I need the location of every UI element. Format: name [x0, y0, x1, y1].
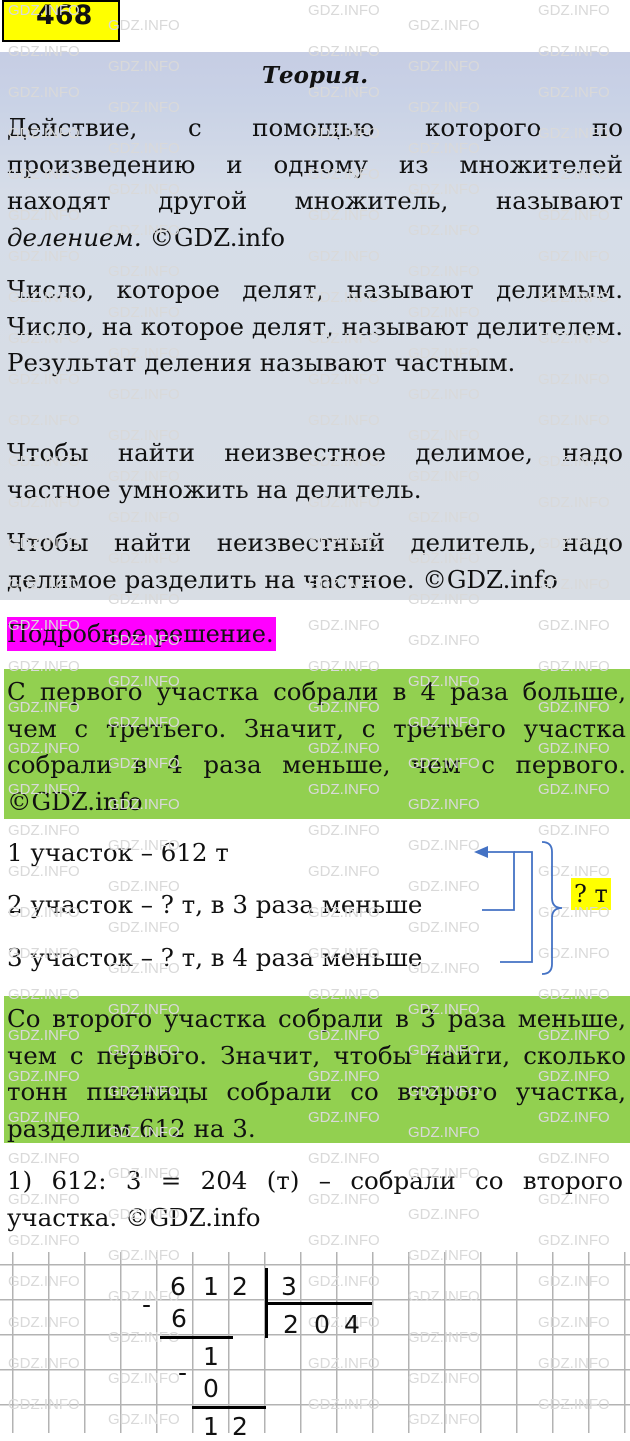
copyright-mark: ©GDZ.info: [141, 222, 285, 252]
watermark-text: GDZ.INFO: [538, 617, 610, 634]
watermark-text: GDZ.INFO: [408, 17, 480, 34]
watermark-text: GDZ.INFO: [108, 919, 180, 936]
solution-label: Подробное решение.: [7, 617, 276, 651]
task-number-badge: 468: [2, 0, 120, 42]
watermark-text: GDZ.INFO: [408, 632, 480, 649]
graph-paper: [0, 1252, 630, 1433]
theory-paragraph-4: Чтобы найти неизвестный делитель, надо д…: [7, 528, 623, 594]
arrow-line-2-to-1: [482, 851, 515, 911]
subtraction-line-1: [160, 1336, 233, 1339]
explanation-block-1: С первого участка собрали в 4 раза больш…: [4, 669, 630, 819]
dividend-digit: 6: [170, 1272, 186, 1301]
theory-paragraph-2: Число, которое делят, называют делимым. …: [7, 275, 623, 377]
remainder-digit: 1: [203, 1412, 219, 1441]
dividend-digit: 1: [203, 1272, 219, 1301]
subtrahend-2: 0: [203, 1374, 219, 1403]
quotient-digit: 4: [344, 1310, 360, 1339]
theory-paragraph-1-text: Действие, с помощью которого по произвед…: [7, 113, 623, 215]
quotient-digit: 2: [283, 1310, 299, 1339]
watermark-text: GDZ.INFO: [408, 919, 480, 936]
watermark-text: GDZ.INFO: [308, 2, 380, 19]
term-division: делением.: [7, 222, 142, 252]
watermark-text: GDZ.INFO: [308, 863, 380, 880]
total-brace: [541, 841, 563, 975]
watermark-text: GDZ.INFO: [308, 822, 380, 839]
division-horizontal-bar: [266, 1302, 372, 1305]
condition-line-3: 3 участок – ? т, в 4 раза меньше: [7, 943, 423, 972]
relation-diagram: [474, 841, 563, 975]
minus-sign: -: [142, 1290, 152, 1319]
solution-step-1: 1) 612: 3 = 204 (т) – собрали со второго…: [7, 1166, 623, 1232]
watermark-text: GDZ.INFO: [538, 2, 610, 19]
watermark-text: GDZ.INFO: [538, 822, 610, 839]
condition-line-1: 1 участок – 612 т: [7, 838, 229, 867]
dividend-digit: 2: [232, 1272, 248, 1301]
explanation-block-2: Со второго участка собрали в 3 раза мень…: [4, 996, 630, 1143]
explanation-text-2: Со второго участка собрали в 3 раза мень…: [7, 1004, 626, 1143]
watermark-text: GDZ.INFO: [408, 837, 480, 854]
theory-paragraph-1: Действие, с помощью которого по произвед…: [7, 110, 623, 256]
divisor: 3: [281, 1272, 297, 1301]
arrow-head-icon: [474, 846, 488, 858]
subtraction-line-2: [192, 1406, 266, 1409]
quotient-digit: 0: [314, 1310, 330, 1339]
subtrahend-1: 6: [171, 1304, 187, 1333]
minus-sign: -: [178, 1358, 188, 1387]
theory-title: Теория.: [261, 62, 369, 89]
condition-line-2: 2 участок – ? т, в 3 раза меньше: [7, 890, 423, 919]
remainder-1: 1: [203, 1342, 219, 1371]
remainder-digit: 2: [232, 1412, 248, 1441]
watermark-text: GDZ.INFO: [308, 617, 380, 634]
arrow-line-3-to-1: [500, 851, 533, 963]
total-unknown-label: ? т: [571, 878, 611, 910]
watermark-text: GDZ.INFO: [8, 822, 80, 839]
theory-paragraph-3: Чтобы найти неизвестное делимое, надо ча…: [7, 438, 623, 504]
explanation-text-1: С первого участка собрали в 4 раза больш…: [7, 677, 626, 816]
